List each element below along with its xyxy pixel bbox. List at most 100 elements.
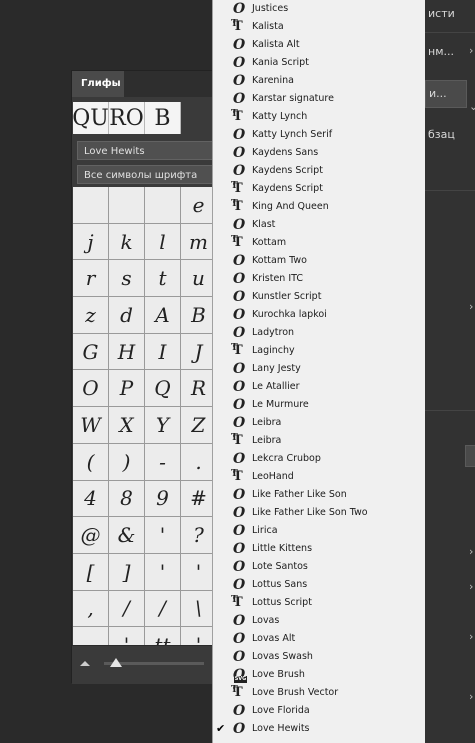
scroll-button[interactable] — [465, 445, 475, 467]
font-menu-item[interactable]: O SVG Love Brush — [213, 666, 425, 684]
font-menu-item[interactable]: O Leibra — [213, 414, 425, 432]
chevron-right-icon[interactable]: › — [469, 580, 473, 593]
font-menu-item[interactable]: T Lottus Script — [213, 592, 425, 612]
glyph-cell[interactable]: 4 — [73, 480, 108, 517]
glyph-cell[interactable]: R — [181, 370, 216, 407]
glyph-category-select[interactable]: Все символы шрифта — [77, 165, 213, 184]
glyph-cell[interactable]: G — [73, 333, 108, 370]
font-menu-item[interactable]: O Love Florida — [213, 702, 425, 720]
glyph-cell[interactable]: r — [73, 260, 108, 297]
glyph-cell[interactable]: l — [145, 223, 180, 260]
chevron-right-icon[interactable]: › — [469, 300, 473, 313]
glyph-cell[interactable]: ] — [109, 553, 144, 590]
font-menu-item[interactable]: T Kottam — [213, 232, 425, 252]
font-menu-item[interactable]: O Like Father Like Son Two — [213, 504, 425, 522]
slider-thumb[interactable] — [110, 658, 122, 667]
glyph-cell[interactable] — [73, 187, 108, 223]
glyph-cell[interactable]: , — [73, 590, 108, 627]
glyph-cell[interactable]: A — [145, 297, 180, 333]
font-menu-item[interactable]: T Love Brush Vector — [213, 682, 425, 702]
font-menu-item[interactable]: O Lottus Sans — [213, 576, 425, 594]
font-menu-item[interactable]: O Le Atallier — [213, 378, 425, 396]
glyph-cell[interactable]: [ — [73, 553, 108, 590]
font-menu-item[interactable]: T Kaydens Script — [213, 178, 425, 198]
font-menu-item[interactable]: O Like Father Like Son — [213, 486, 425, 504]
glyph-cell[interactable]: P — [109, 370, 144, 407]
glyph-cell[interactable]: . — [181, 443, 216, 480]
glyph-cell[interactable]: z — [73, 297, 108, 333]
font-menu-item[interactable]: O Kalista Alt — [213, 36, 425, 54]
font-menu-item[interactable]: O Justices — [213, 0, 425, 18]
font-menu-item[interactable]: O Kottam Two — [213, 252, 425, 270]
chevron-right-icon[interactable]: › — [469, 630, 473, 643]
glyph-cell[interactable]: ( — [73, 443, 108, 480]
glyph-cell[interactable]: j — [73, 223, 108, 260]
font-menu-item[interactable]: O Kristen ITC — [213, 270, 425, 288]
glyph-cell[interactable]: Q — [145, 370, 180, 407]
glyph-cell[interactable]: ' — [145, 517, 180, 553]
glyph-cell[interactable]: J — [181, 333, 216, 370]
glyph-cell[interactable]: X — [109, 407, 144, 443]
glyph-cell[interactable]: B — [181, 297, 216, 333]
glyph-cell[interactable]: d — [109, 297, 144, 333]
font-menu-item[interactable]: T Katty Lynch — [213, 106, 425, 126]
font-menu-item[interactable]: O Lote Santos — [213, 558, 425, 576]
glyph-cell[interactable]: ? — [181, 517, 216, 553]
font-menu-item[interactable]: O Le Murmure — [213, 396, 425, 414]
chevron-down-icon[interactable]: ⌄ — [469, 100, 475, 113]
font-family-select[interactable]: Love Hewits — [77, 141, 213, 160]
font-menu-item[interactable]: O Lovas Alt — [213, 630, 425, 648]
glyph-cell[interactable]: s — [109, 260, 144, 297]
glyph-cell[interactable]: @ — [73, 517, 108, 553]
glyph-cell[interactable]: - — [145, 443, 180, 480]
font-menu-item[interactable]: O Lany Jesty — [213, 360, 425, 378]
right-panel-button[interactable]: и... — [425, 80, 467, 108]
glyph-cell[interactable]: & — [109, 517, 144, 553]
font-menu-item[interactable]: O Klast — [213, 216, 425, 234]
font-menu-item[interactable]: T King And Queen — [213, 196, 425, 216]
font-menu-item[interactable]: T Leibra — [213, 430, 425, 450]
glyph-cell[interactable] — [145, 187, 180, 223]
font-menu-item[interactable]: O Kania Script — [213, 54, 425, 72]
right-panel-label[interactable]: нм... — [428, 45, 454, 58]
font-menu-item[interactable]: T Laginchy — [213, 340, 425, 360]
glyph-cell[interactable]: u — [181, 260, 216, 297]
recent-glyph[interactable]: QU — [73, 102, 109, 134]
font-menu-item[interactable]: O Katty Lynch Serif — [213, 126, 425, 144]
chevron-right-icon[interactable]: › — [469, 44, 473, 57]
glyph-cell[interactable]: H — [109, 333, 144, 370]
glyph-cell[interactable]: t — [145, 260, 180, 297]
glyph-cell[interactable]: Y — [145, 407, 180, 443]
chevron-right-icon[interactable]: › — [469, 545, 473, 558]
font-menu-item[interactable]: ✔ O Love Hewits — [213, 720, 425, 738]
glyphs-panel-tab[interactable]: Глифы — [72, 71, 124, 97]
glyph-cell[interactable]: 8 — [109, 480, 144, 517]
glyph-cell[interactable]: I — [145, 333, 180, 370]
glyph-cell[interactable]: Z — [181, 407, 216, 443]
font-menu-item[interactable]: T Kalista — [213, 16, 425, 36]
glyph-cell[interactable] — [109, 187, 144, 223]
glyph-cell[interactable]: / — [109, 590, 144, 627]
glyph-cell[interactable]: ' — [181, 553, 216, 590]
font-menu-item[interactable]: O Lovas Swash — [213, 648, 425, 666]
font-menu-item[interactable]: O Lirica — [213, 522, 425, 540]
font-menu-item[interactable]: O Lekcra Crubop — [213, 450, 425, 468]
glyph-cell[interactable]: / — [145, 590, 180, 627]
glyph-cell[interactable]: \ — [181, 590, 216, 627]
glyph-cell[interactable]: 9 — [145, 480, 180, 517]
font-menu-item[interactable]: O Kurochka lapkoi — [213, 306, 425, 324]
glyph-cell[interactable]: # — [181, 480, 216, 517]
recent-glyph[interactable]: B — [145, 102, 181, 134]
glyph-cell[interactable]: O — [73, 370, 108, 407]
chevron-right-icon[interactable]: › — [469, 690, 473, 703]
font-menu-item[interactable]: O Ladytron — [213, 324, 425, 342]
glyph-cell[interactable]: ' — [145, 553, 180, 590]
font-menu-item[interactable]: T LeoHand — [213, 466, 425, 486]
recent-glyph[interactable]: RO — [109, 102, 145, 134]
glyph-cell[interactable]: e — [181, 187, 216, 223]
glyph-cell[interactable]: k — [109, 223, 144, 260]
font-menu-item[interactable]: O Lovas — [213, 612, 425, 630]
glyph-cell[interactable]: ) — [109, 443, 144, 480]
font-menu-item[interactable]: O Kunstler Script — [213, 288, 425, 306]
font-menu-item[interactable]: O Little Kittens — [213, 540, 425, 558]
